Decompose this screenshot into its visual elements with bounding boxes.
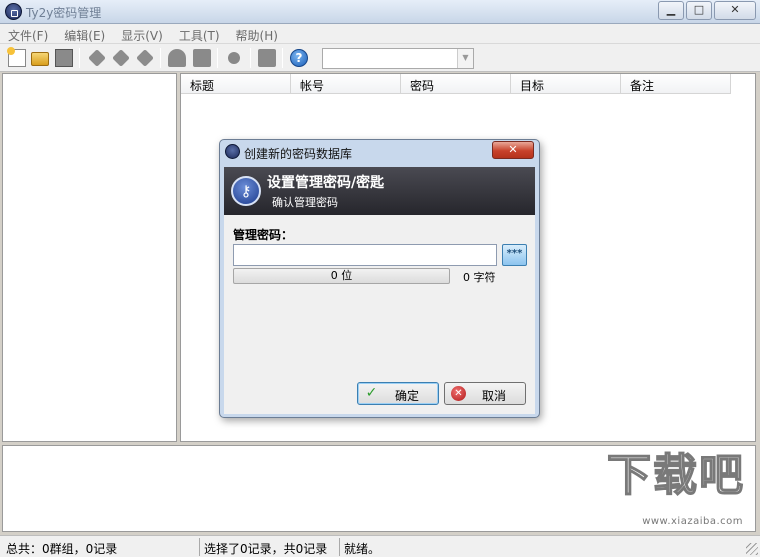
- menu-help[interactable]: 帮助(H): [228, 24, 286, 43]
- resize-grip[interactable]: [746, 543, 758, 555]
- menu-tools[interactable]: 工具(T): [171, 24, 228, 43]
- group-tree-panel[interactable]: [2, 73, 177, 442]
- password-label: 管理密码：: [233, 228, 294, 242]
- chevron-down-icon[interactable]: ▼: [457, 49, 473, 68]
- cancel-button[interactable]: ✕ 取消: [444, 382, 526, 405]
- user-icon[interactable]: [168, 49, 186, 67]
- status-summary: 总共：0群组，0记录: [2, 538, 200, 556]
- watermark-logo: 下载吧: [606, 449, 745, 502]
- lock-icon: [5, 3, 22, 20]
- strength-text: 0 位: [330, 269, 353, 282]
- column-header-target[interactable]: 目标: [511, 74, 621, 94]
- create-database-dialog: 创建新的密码数据库 ✕ ⚷ 设置管理密码/密匙 确认管理密码 管理密码： ***…: [219, 139, 540, 418]
- toolbar-separator: [217, 48, 218, 68]
- add-entry-icon[interactable]: [88, 49, 106, 67]
- window-controls: ▁ □ ✕: [658, 1, 756, 20]
- save-icon[interactable]: [55, 49, 73, 67]
- ok-button[interactable]: ✓ 确定: [357, 382, 439, 405]
- lock-icon: [225, 144, 240, 159]
- column-header-account[interactable]: 帐号: [291, 74, 401, 94]
- minimize-button[interactable]: ▁: [658, 1, 684, 20]
- key-icon: ⚷: [231, 176, 261, 206]
- column-header-title[interactable]: 标题: [181, 74, 291, 94]
- column-header-notes[interactable]: 备注: [621, 74, 731, 94]
- dialog-title-bar: 创建新的密码数据库 ✕: [220, 140, 539, 164]
- menu-file[interactable]: 文件(F): [0, 24, 56, 43]
- help-icon[interactable]: ?: [290, 49, 308, 67]
- show-password-button[interactable]: ***: [502, 244, 527, 266]
- edit-entry-icon[interactable]: [112, 49, 130, 67]
- search-icon[interactable]: [228, 52, 240, 64]
- menu-bar: 文件(F) 编辑(E) 显示(V) 工具(T) 帮助(H): [0, 24, 760, 44]
- menu-edit[interactable]: 编辑(E): [56, 24, 113, 43]
- detail-panel[interactable]: 下载吧 www.xiazaiba.com: [2, 445, 756, 532]
- status-bar: 总共：0群组，0记录 选择了0记录，共0记录 就绪。: [0, 535, 760, 557]
- character-count: 0 字符: [463, 271, 496, 284]
- toolbar-separator: [250, 48, 251, 68]
- cancel-button-label: 取消: [481, 389, 506, 403]
- menu-view[interactable]: 显示(V): [113, 24, 171, 43]
- password-input[interactable]: [233, 244, 497, 266]
- toolbar: ? ▼: [0, 44, 760, 72]
- close-button[interactable]: ✕: [714, 1, 756, 20]
- dialog-title: 创建新的密码数据库: [244, 147, 353, 161]
- toolbar-separator: [282, 48, 283, 68]
- password-strength-bar: 0 位: [233, 268, 450, 284]
- dialog-banner: ⚷ 设置管理密码/密匙 确认管理密码: [224, 167, 535, 215]
- window-title: Ty2y密码管理: [26, 6, 102, 20]
- banner-title: 设置管理密码/密匙: [267, 175, 385, 191]
- toolbar-separator: [79, 48, 80, 68]
- ok-button-label: 确定: [394, 389, 419, 403]
- settings-icon[interactable]: [258, 49, 276, 67]
- delete-entry-icon[interactable]: [136, 49, 154, 67]
- status-state: 就绪。: [344, 542, 381, 556]
- column-header-password[interactable]: 密码: [401, 74, 511, 94]
- toolbar-separator: [160, 48, 161, 68]
- status-selection: 选择了0记录，共0记录: [200, 538, 340, 556]
- dialog-close-button[interactable]: ✕: [492, 141, 534, 159]
- new-file-icon[interactable]: [7, 47, 26, 67]
- toolbar-combo-box[interactable]: ▼: [322, 48, 474, 69]
- note-icon[interactable]: [193, 49, 211, 67]
- open-folder-icon[interactable]: [31, 52, 49, 66]
- title-bar: Ty2y密码管理 ▁ □ ✕: [0, 0, 760, 24]
- banner-subtitle: 确认管理密码: [272, 196, 338, 209]
- maximize-button[interactable]: □: [686, 1, 712, 20]
- watermark-url: www.xiazaiba.com: [642, 516, 743, 527]
- dialog-body: 管理密码： *** 0 位 0 字符 ✓ 确定 ✕ 取消: [224, 215, 535, 414]
